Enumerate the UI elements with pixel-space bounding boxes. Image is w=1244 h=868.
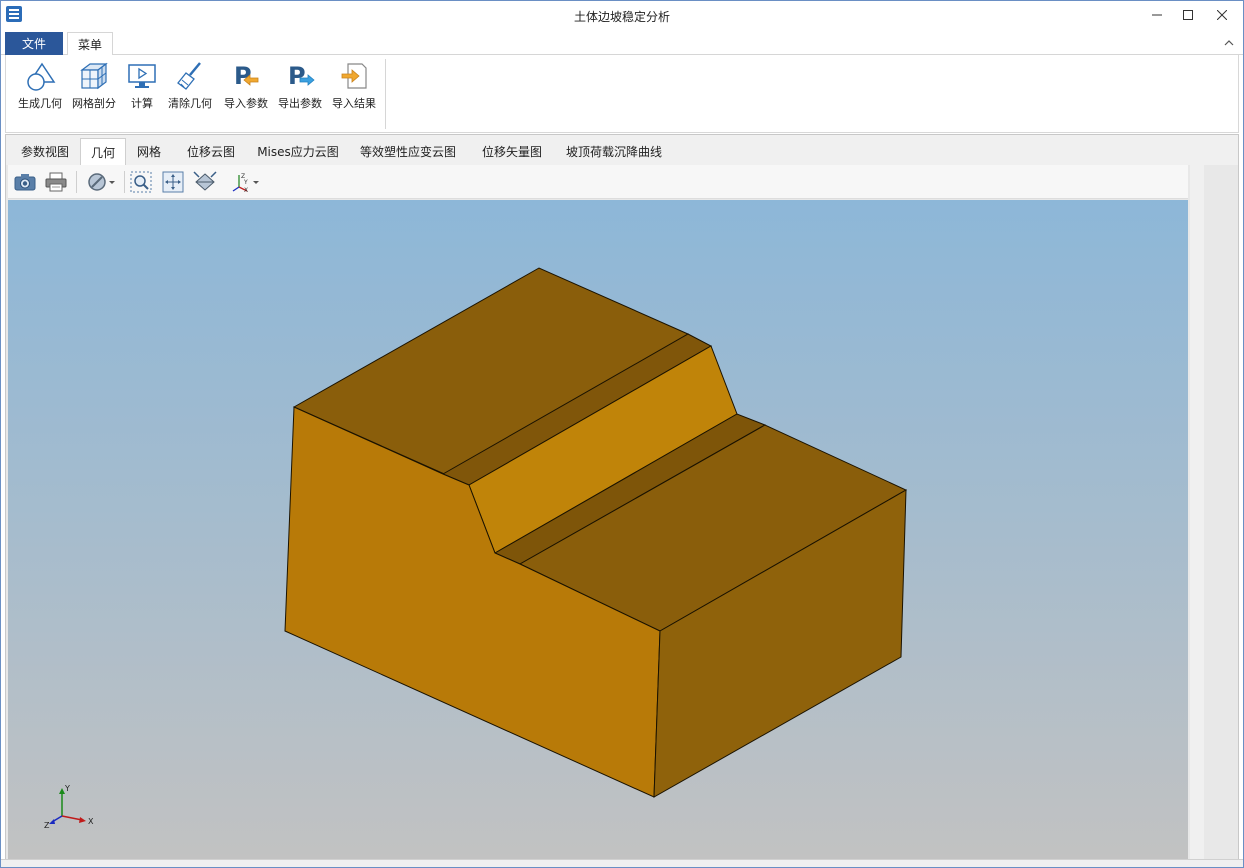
- generate-geometry-button[interactable]: 生成几何: [14, 59, 66, 115]
- import-results-icon: [341, 63, 367, 89]
- fit-all-icon: [162, 171, 184, 193]
- tab-menu[interactable]: 菜单: [67, 32, 113, 56]
- 3d-viewport[interactable]: Y X Z: [8, 200, 1188, 862]
- zoom-box-icon: [130, 171, 152, 193]
- svg-text:X: X: [244, 187, 248, 193]
- tab-file[interactable]: 文件: [5, 32, 63, 55]
- window-title: 土体边坡稳定分析: [573, 10, 670, 24]
- zoom-box-button[interactable]: [128, 170, 154, 194]
- print-button[interactable]: [43, 170, 69, 194]
- minimize-button[interactable]: [1140, 1, 1174, 29]
- document-area: 参数视图 几何 网格 位移云图 Mises应力云图 等效塑性应变云图 位移矢量图…: [5, 134, 1239, 864]
- export-params-label: 导出参数: [278, 97, 322, 110]
- import-params-label: 导入参数: [224, 97, 268, 110]
- compute-label: 计算: [131, 97, 153, 110]
- ribbon-panel: 生成几何 网格剖分 计算 清除几何 P 导入参数 P 导出参数 导入结果: [5, 55, 1239, 133]
- close-button[interactable]: [1205, 1, 1239, 29]
- tab-mises-stress[interactable]: Mises应力云图: [250, 138, 346, 165]
- export-params-icon: P: [288, 62, 315, 90]
- export-params-button[interactable]: P 导出参数: [274, 59, 326, 115]
- screenshot-button[interactable]: [12, 170, 38, 194]
- minimize-icon: [1152, 14, 1162, 16]
- mesh-cube-icon: [80, 62, 108, 90]
- axis-x-label: X: [88, 817, 94, 826]
- app-window: 土体边坡稳定分析 文件 菜单 生成几何 网格剖分 计算 清除几何 P 导入参数 …: [0, 0, 1244, 868]
- side-gutter: [1204, 165, 1238, 862]
- svg-text:Y: Y: [243, 179, 248, 186]
- title-bar: 土体边坡稳定分析: [1, 1, 1243, 31]
- view-orientation-icon: [193, 171, 217, 191]
- tab-geometry[interactable]: 几何: [80, 138, 126, 165]
- ribbon-tab-bar: 文件 菜单: [1, 31, 1243, 56]
- vertical-scrollbar[interactable]: [1190, 165, 1204, 862]
- print-icon: [45, 172, 67, 192]
- maximize-icon: [1183, 10, 1193, 20]
- status-bar: [1, 859, 1243, 867]
- display-mode-icon: [88, 173, 115, 191]
- toolbar-separator: [76, 171, 77, 193]
- clear-geometry-label: 清除几何: [168, 97, 212, 110]
- collapse-ribbon-icon[interactable]: [1221, 35, 1237, 51]
- view-orientation-button[interactable]: [192, 170, 218, 194]
- axis-z-label: Z: [44, 821, 50, 830]
- import-params-button[interactable]: P 导入参数: [220, 59, 272, 115]
- camera-icon: [14, 174, 36, 191]
- slope-model: [284, 267, 908, 798]
- tab-plastic-strain[interactable]: 等效塑性应变云图: [352, 138, 464, 165]
- axis-y-label: Y: [64, 784, 70, 793]
- fit-all-button[interactable]: [160, 170, 186, 194]
- mesh-label: 网格剖分: [72, 97, 116, 110]
- tab-displacement-contour[interactable]: 位移云图: [176, 138, 246, 165]
- compute-monitor-icon: [128, 64, 156, 88]
- shapes-icon: [27, 62, 56, 91]
- display-mode-dropdown[interactable]: [86, 170, 120, 194]
- view-toolbar: Z Y X: [8, 165, 1188, 199]
- broom-icon: [177, 62, 201, 90]
- ribbon-separator: [385, 59, 386, 129]
- tab-parameter-view[interactable]: 参数视图: [10, 138, 80, 165]
- import-results-button[interactable]: 导入结果: [328, 59, 380, 115]
- tab-load-settlement-curve[interactable]: 坡顶荷载沉降曲线: [558, 138, 670, 165]
- svg-text:P: P: [288, 62, 306, 90]
- close-icon: [1217, 10, 1227, 20]
- tab-mesh[interactable]: 网格: [128, 138, 170, 165]
- axes-orientation-dropdown[interactable]: Z Y X: [228, 170, 262, 194]
- compute-button[interactable]: 计算: [124, 59, 160, 115]
- tab-displacement-vector[interactable]: 位移矢量图: [470, 138, 554, 165]
- toolbar-separator: [124, 171, 125, 193]
- maximize-button[interactable]: [1171, 1, 1205, 29]
- axis-triad-icon: Y X Z: [44, 784, 94, 830]
- mesh-button[interactable]: 网格剖分: [68, 59, 120, 115]
- view-tab-bar: 参数视图 几何 网格 位移云图 Mises应力云图 等效塑性应变云图 位移矢量图…: [6, 135, 1238, 165]
- axes-orientation-icon: Z Y X: [232, 173, 259, 193]
- import-results-label: 导入结果: [332, 97, 376, 110]
- generate-geometry-label: 生成几何: [18, 97, 62, 110]
- import-params-icon: P: [234, 62, 259, 90]
- clear-geometry-button[interactable]: 清除几何: [164, 59, 216, 115]
